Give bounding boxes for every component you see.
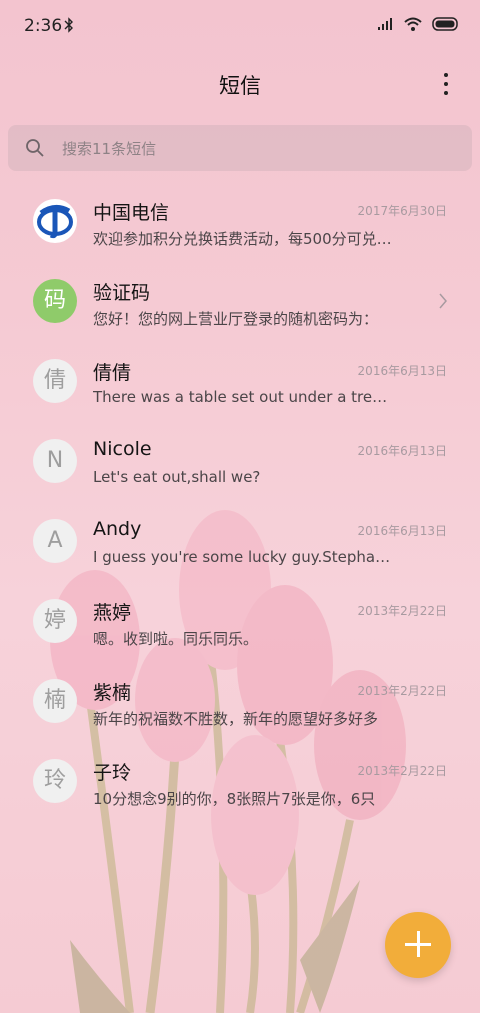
- message-preview: 新年的祝福数不胜数，新年的愿望好多好多: [93, 710, 379, 728]
- message-item[interactable]: 倩 倩倩 2016年6月13日 There was a table set ou…: [0, 342, 480, 422]
- message-item[interactable]: 玲 子玲 2013年2月22日 10分想念9别的你，8张照片7张是你，6只: [0, 742, 480, 822]
- avatar: 楠: [33, 679, 77, 723]
- search-bar[interactable]: 搜索11条短信: [8, 125, 472, 171]
- message-date: 2017年6月30日: [357, 204, 447, 218]
- avatar: 婷: [33, 599, 77, 643]
- signal-icon: [378, 18, 392, 30]
- new-message-button[interactable]: [385, 912, 451, 978]
- avatar: A: [33, 519, 77, 563]
- battery-icon: [432, 17, 458, 31]
- message-preview: Let's eat out,shall we?: [93, 468, 261, 486]
- message-item[interactable]: A Andy 2016年6月13日 I guess you're some lu…: [0, 502, 480, 582]
- message-item[interactable]: 婷 燕婷 2013年2月22日 嗯。收到啦。同乐同乐。: [0, 582, 480, 662]
- contact-name: 子玲: [93, 762, 132, 784]
- avatar: N: [33, 439, 77, 483]
- page-title: 短信: [219, 74, 261, 98]
- avatar: [33, 199, 77, 243]
- message-preview: 您好！您的网上营业厅登录的随机密码为：: [93, 310, 379, 328]
- message-preview: 欢迎参加积分兑换话费活动，每500分可兑换话费5元: [93, 230, 393, 248]
- avatar: 码: [33, 279, 77, 323]
- contact-name: 燕婷: [93, 602, 132, 624]
- contact-name: 验证码: [93, 282, 151, 304]
- contact-name: 中国电信: [93, 202, 170, 224]
- message-preview: 嗯。收到啦。同乐同乐。: [93, 630, 259, 648]
- message-preview: 10分想念9别的你，8张照片7张是你，6只: [93, 790, 376, 808]
- search-icon: [26, 139, 44, 157]
- contact-name: Nicole: [93, 438, 152, 460]
- message-item[interactable]: 中国电信 2017年6月30日 欢迎参加积分兑换话费活动，每500分可兑换话费5…: [0, 182, 480, 262]
- contact-name: Andy: [93, 518, 142, 540]
- bluetooth-icon: [64, 17, 73, 33]
- china-telecom-logo-icon: [37, 205, 73, 239]
- message-item[interactable]: 楠 紫楠 2013年2月22日 新年的祝福数不胜数，新年的愿望好多好多: [0, 662, 480, 742]
- message-date: 2016年6月13日: [357, 444, 447, 458]
- avatar: 玲: [33, 759, 77, 803]
- avatar: 倩: [33, 359, 77, 403]
- chevron-right-icon: [439, 293, 447, 309]
- message-preview: I guess you're some lucky guy.Stephanie: [93, 548, 393, 566]
- message-preview: There was a table set out under a tree i…: [93, 388, 393, 406]
- message-date: 2013年2月22日: [357, 764, 447, 778]
- message-date: 2013年2月22日: [357, 604, 447, 618]
- more-vertical-icon[interactable]: [434, 70, 458, 98]
- contact-name: 倩倩: [93, 362, 132, 384]
- wifi-icon: [404, 17, 422, 31]
- search-input[interactable]: 搜索11条短信: [62, 138, 156, 159]
- status-time: 2:36: [24, 16, 63, 36]
- contact-name: 紫楠: [93, 682, 132, 704]
- message-item[interactable]: 码 验证码 您好！您的网上营业厅登录的随机密码为：: [0, 262, 480, 342]
- message-date: 2016年6月13日: [357, 364, 447, 378]
- message-item[interactable]: N Nicole 2016年6月13日 Let's eat out,shall …: [0, 422, 480, 502]
- message-date: 2016年6月13日: [357, 524, 447, 538]
- status-bar: 2:36: [0, 0, 480, 52]
- message-date: 2013年2月22日: [357, 684, 447, 698]
- status-icons: [378, 17, 460, 31]
